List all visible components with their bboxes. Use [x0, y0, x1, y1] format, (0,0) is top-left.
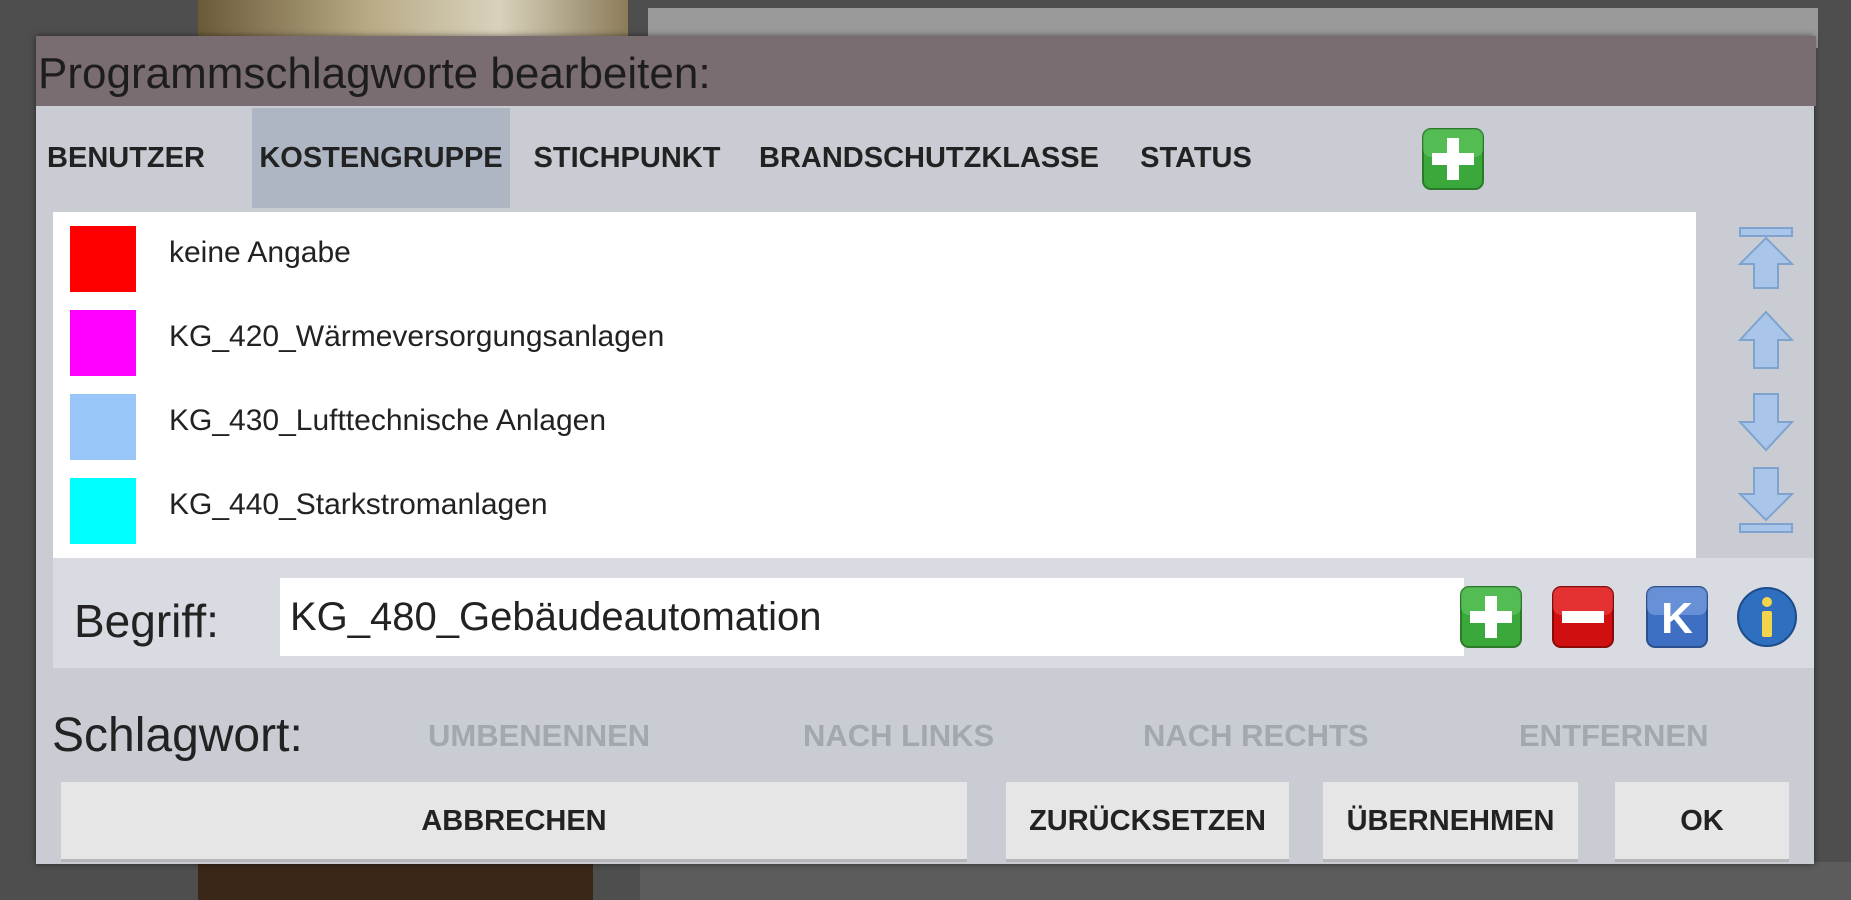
list-item-label: keine Angabe: [169, 236, 351, 269]
add-tab-plus-icon[interactable]: [1422, 128, 1484, 190]
tab-status[interactable]: STATUS: [1114, 108, 1278, 208]
reset-button[interactable]: ZURÜCKSETZEN: [1006, 782, 1289, 862]
list-item-label: KG_440_Starkstromanlagen: [169, 488, 548, 521]
background-bottom-right: [640, 862, 1851, 900]
k-button-letter: K: [1661, 594, 1693, 643]
k-button-icon[interactable]: K: [1646, 586, 1708, 648]
background-bottom-left: [198, 862, 593, 900]
list-item[interactable]: KG_420_Wärmeversorgungsanlagen: [53, 296, 1696, 380]
list-item-label: KG_420_Wärmeversorgungsanlagen: [169, 320, 665, 353]
tab-benutzer[interactable]: BENUTZER: [36, 108, 216, 208]
footer-buttons: ABBRECHEN ZURÜCKSETZEN ÜBERNEHMEN OK: [36, 772, 1814, 864]
remove-term-minus-icon[interactable]: [1552, 586, 1614, 648]
rename-button[interactable]: UMBENENNEN: [428, 718, 650, 754]
move-top-arrow-icon[interactable]: [1736, 226, 1796, 294]
list-item[interactable]: KG_430_Lufttechnische Anlagen: [53, 380, 1696, 464]
list-item-label: KG_430_Lufttechnische Anlagen: [169, 404, 607, 437]
begriff-input[interactable]: [280, 578, 1464, 656]
keyword-list[interactable]: keine Angabe KG_420_Wärmeversorgungsanla…: [53, 212, 1696, 558]
schlagwort-label: Schlagwort:: [52, 709, 303, 762]
move-up-arrow-icon[interactable]: [1736, 308, 1796, 376]
keyword-dialog: Programmschlagworte bearbeiten: BENUTZER…: [36, 36, 1816, 864]
color-swatch: [70, 394, 136, 460]
ok-button[interactable]: OK: [1615, 782, 1789, 862]
move-left-button[interactable]: NACH LINKS: [803, 718, 994, 754]
color-swatch: [70, 478, 136, 544]
cancel-button[interactable]: ABBRECHEN: [61, 782, 967, 862]
tab-kostengruppe[interactable]: KOSTENGRUPPE: [252, 108, 510, 208]
begriff-label: Begriff:: [74, 595, 219, 647]
apply-button[interactable]: ÜBERNEHMEN: [1323, 782, 1578, 862]
info-icon[interactable]: [1736, 586, 1798, 648]
color-swatch: [70, 226, 136, 292]
tab-brandschutzklasse[interactable]: BRANDSCHUTZKLASSE: [744, 108, 1114, 208]
move-right-button[interactable]: NACH RECHTS: [1143, 718, 1369, 754]
color-swatch: [70, 310, 136, 376]
tab-stichpunkt[interactable]: STICHPUNKT: [510, 108, 744, 208]
list-item[interactable]: keine Angabe: [53, 212, 1696, 296]
move-bottom-arrow-icon[interactable]: [1736, 466, 1796, 534]
dialog-title: Programmschlagworte bearbeiten:: [36, 36, 1816, 106]
list-item[interactable]: KG_440_Starkstromanlagen: [53, 464, 1696, 548]
add-term-plus-icon[interactable]: [1460, 586, 1522, 648]
tab-bar: BENUTZER KOSTENGRUPPE STICHPUNKT BRANDSC…: [36, 108, 1814, 208]
move-down-arrow-icon[interactable]: [1736, 388, 1796, 456]
remove-button[interactable]: ENTFERNEN: [1519, 718, 1708, 754]
